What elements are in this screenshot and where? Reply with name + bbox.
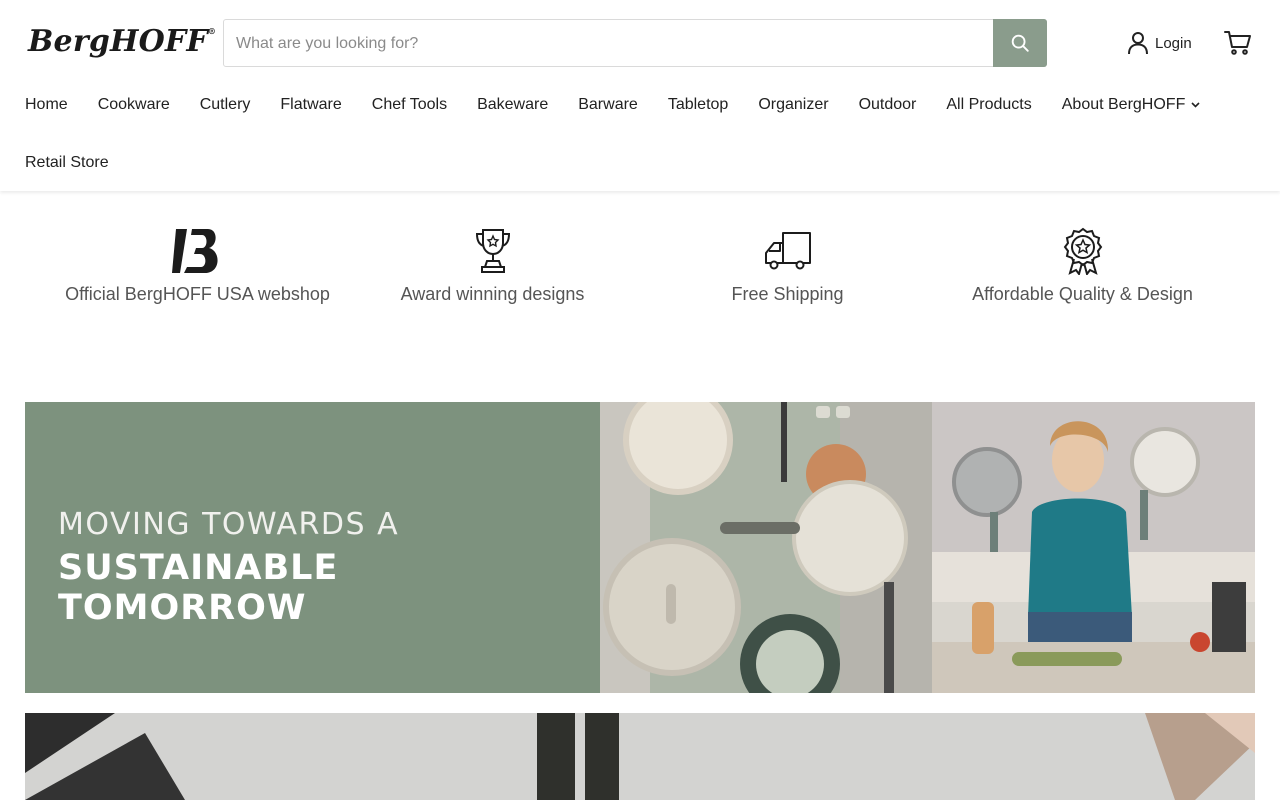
- main-navigation: Home Cookware Cutlery Flatware Chef Tool…: [25, 93, 1255, 175]
- feature-text: Official BergHOFF USA webshop: [65, 284, 330, 304]
- cart-icon: [1224, 31, 1251, 55]
- delivery-truck-icon: [764, 232, 811, 270]
- feature-text: Free Shipping: [731, 284, 844, 304]
- trophy-icon: [475, 229, 510, 273]
- concrete-floor-photo-illustration: [25, 713, 1255, 800]
- brand-logo-text: BergHOFF: [28, 24, 208, 59]
- sustainable-banner[interactable]: MOVING TOWARDS A SUSTAINABLE TOMORROW: [25, 402, 1255, 693]
- feature-text: Award winning designs: [400, 284, 585, 304]
- registered-mark: ®: [207, 26, 217, 36]
- login-label: Login: [1155, 34, 1192, 52]
- search-button[interactable]: [993, 19, 1047, 67]
- banner-text-panel: MOVING TOWARDS A SUSTAINABLE TOMORROW: [25, 402, 600, 693]
- feature-official-webshop: Official BergHOFF USA webshop: [50, 226, 345, 346]
- banner-heading-line1: MOVING TOWARDS A: [58, 507, 400, 542]
- banner-heading-line2: SUSTAINABLE TOMORROW: [58, 548, 339, 628]
- nav-item-retail-store[interactable]: Retail Store: [25, 154, 109, 172]
- nav-item-about-label: About BergHOFF: [1061, 96, 1186, 113]
- brand-logo[interactable]: BergHOFF®: [28, 24, 216, 59]
- chevron-down-icon: [1191, 102, 1200, 108]
- nav-item-chef-tools[interactable]: Chef Tools: [372, 96, 447, 114]
- nav-row: Retail Store: [25, 151, 1255, 175]
- cookware-flatlay-illustration: [600, 402, 932, 693]
- cookware-flatlay-image: [600, 402, 932, 693]
- award-badge-icon: [1063, 227, 1102, 275]
- nav-item-tabletop[interactable]: Tabletop: [668, 96, 729, 114]
- login-link[interactable]: Login: [1127, 30, 1192, 56]
- nav-item-organizer[interactable]: Organizer: [758, 96, 828, 114]
- woman-holding-pans-illustration: [932, 402, 1255, 693]
- nav-item-cookware[interactable]: Cookware: [98, 96, 170, 114]
- search-input[interactable]: [234, 20, 998, 68]
- nav-item-about-berghoff[interactable]: About BergHOFF: [1062, 96, 1201, 114]
- site-header: BergHOFF® Login Home Cookware Cutlery Fl…: [0, 0, 1280, 191]
- nav-row: Home Cookware Cutlery Flatware Chef Tool…: [25, 93, 1255, 117]
- user-icon: [1128, 32, 1148, 55]
- nav-item-cutlery[interactable]: Cutlery: [200, 96, 251, 114]
- feature-award-winning: Award winning designs: [345, 226, 640, 346]
- feature-free-shipping: Free Shipping: [640, 226, 935, 346]
- nav-item-outdoor[interactable]: Outdoor: [859, 96, 917, 114]
- feature-text: Affordable Quality & Design: [972, 284, 1193, 304]
- nav-item-barware[interactable]: Barware: [578, 96, 638, 114]
- nav-item-bakeware[interactable]: Bakeware: [477, 96, 548, 114]
- search-bar: [223, 19, 1047, 68]
- feature-highlights: Official BergHOFF USA webshop Award winn…: [50, 226, 1230, 346]
- nav-item-all-products[interactable]: All Products: [946, 96, 1031, 114]
- nav-item-flatware[interactable]: Flatware: [280, 96, 341, 114]
- woman-kitchen-image: [932, 402, 1255, 693]
- search-icon: [1011, 34, 1029, 52]
- cart-button[interactable]: [1224, 30, 1252, 56]
- berghoff-b-logo-icon: [171, 229, 218, 273]
- nav-item-home[interactable]: Home: [25, 96, 68, 114]
- feature-affordable-quality: Affordable Quality & Design: [935, 226, 1230, 346]
- lifestyle-photo[interactable]: [25, 713, 1255, 800]
